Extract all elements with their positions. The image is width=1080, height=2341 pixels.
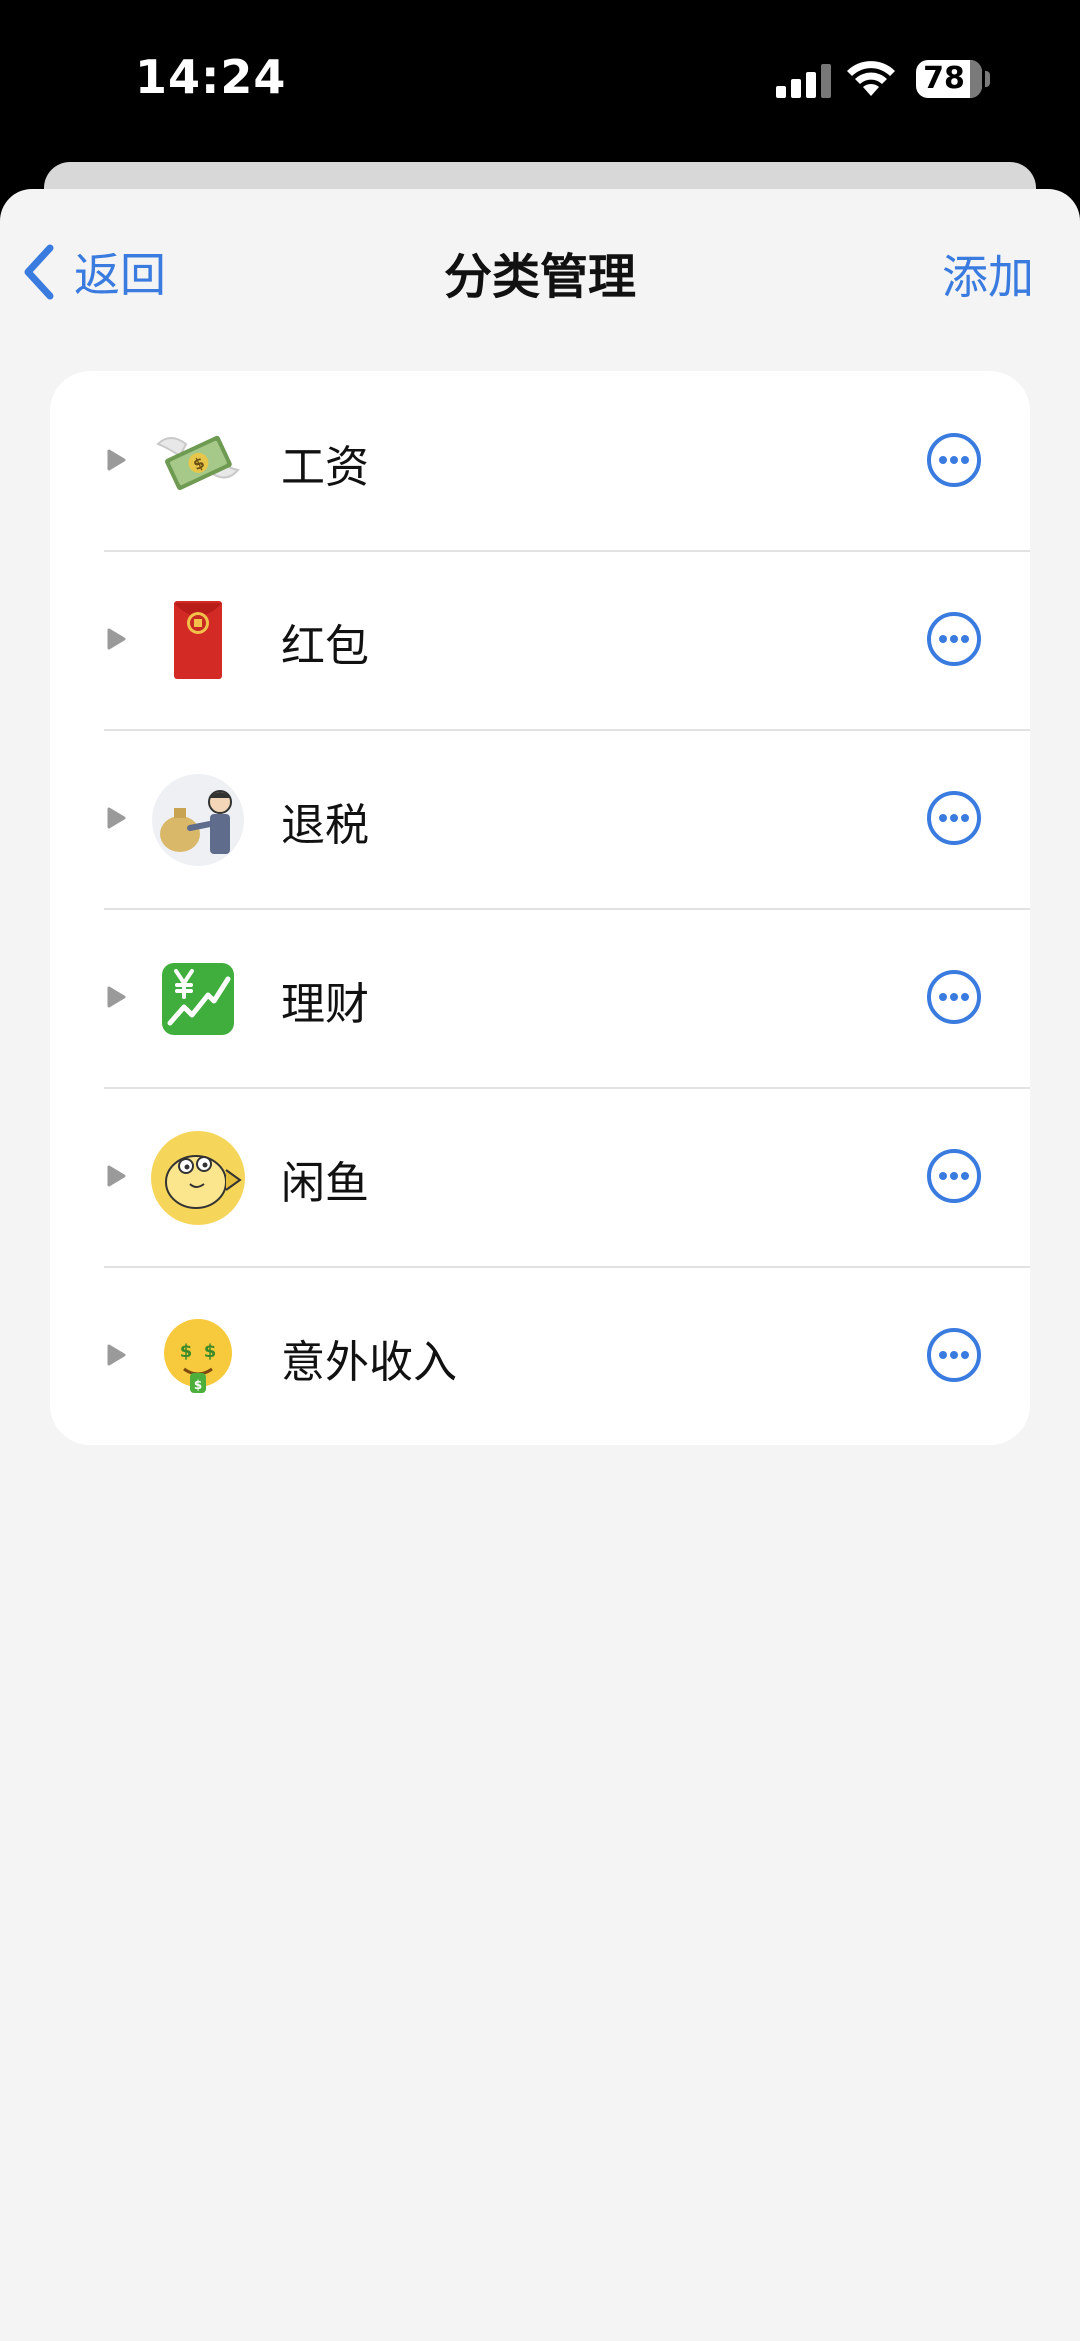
money-mouth-face-icon: $ $ $ [150,1309,246,1405]
status-time: 14:24 [135,50,287,104]
more-options-icon[interactable] [926,611,982,667]
category-label: 红包 [281,621,369,672]
disclosure-triangle-icon[interactable] [106,449,126,471]
more-options-icon[interactable] [926,1327,982,1383]
more-options-icon[interactable] [926,1148,982,1204]
tax-refund-icon [150,772,246,868]
xianyu-fish-icon [150,1130,246,1226]
cellular-signal-icon [776,64,832,98]
category-label: 退税 [281,800,369,851]
svg-text:$: $ [204,1341,217,1362]
category-label: 理财 [281,979,369,1030]
more-options-icon[interactable] [926,432,982,488]
yen-chart-icon [150,951,246,1047]
category-label: 闲鱼 [281,1158,369,1209]
status-bar: 14:24 78 [0,0,1080,160]
more-options-icon[interactable] [926,969,982,1025]
svg-text:$: $ [180,1341,193,1362]
category-list: $ 工资 红包 退税 理财 闲鱼 $ $ $ 意外收入 [50,371,1030,1445]
disclosure-triangle-icon[interactable] [106,986,126,1008]
category-row-xianyu[interactable]: 闲鱼 [50,1087,1030,1266]
category-row-unexpected-income[interactable]: $ $ $ 意外收入 [50,1266,1030,1445]
category-row-tax-refund[interactable]: 退税 [50,729,1030,908]
category-row-salary[interactable]: $ 工资 [50,371,1030,550]
more-options-icon[interactable] [926,790,982,846]
category-label: 意外收入 [281,1337,457,1388]
disclosure-triangle-icon[interactable] [106,1165,126,1187]
svg-text:$: $ [194,1378,202,1392]
category-row-red-envelope[interactable]: 红包 [50,550,1030,729]
category-sheet: 返回 分类管理 添加 $ 工资 红包 退税 理财 闲鱼 $ $ $ 意外收入 [0,189,1080,2341]
add-button[interactable]: 添加 [942,241,1034,307]
disclosure-triangle-icon[interactable] [106,628,126,650]
disclosure-triangle-icon[interactable] [106,807,126,829]
wifi-icon [847,61,895,96]
category-label: 工资 [281,442,369,493]
battery-icon: 78 [916,60,982,98]
battery-level: 78 [923,61,965,96]
money-with-wings-icon: $ [150,414,246,510]
disclosure-triangle-icon[interactable] [106,1344,126,1366]
navigation-bar: 返回 分类管理 添加 [0,189,1080,349]
category-row-finance[interactable]: 理财 [50,908,1030,1087]
red-envelope-icon [150,593,246,689]
battery-tip [985,71,990,87]
page-title: 分类管理 [443,249,636,305]
